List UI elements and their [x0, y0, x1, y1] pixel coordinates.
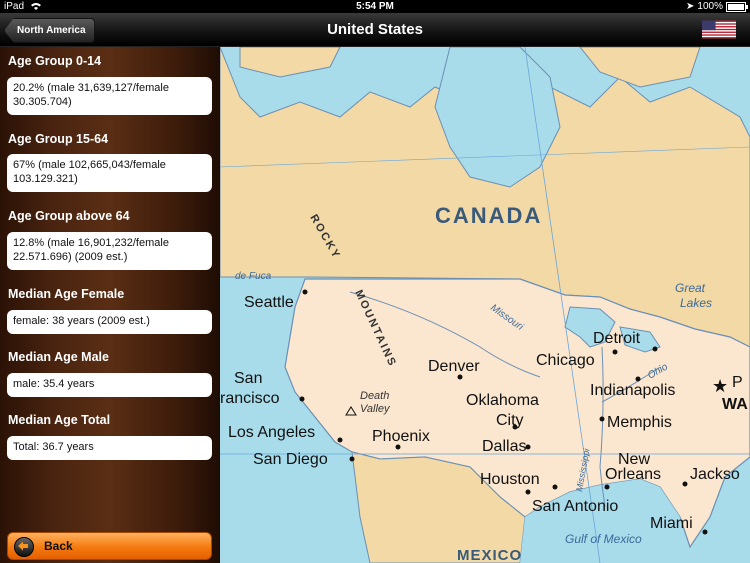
map-drawing: ★ CANADA ROCKY MOUNTAINS MEXICO Great La… [220, 47, 750, 563]
city-dot-new-orleans [604, 484, 610, 490]
city-label-memphis: Memphis [607, 414, 672, 431]
city-dot-san-francisco [299, 396, 305, 402]
city-dot-jackson [682, 481, 688, 487]
section-label-median-total: Median Age Total [8, 413, 111, 427]
capital-star-icon: ★ [712, 376, 728, 396]
back-button-label: Back [44, 539, 73, 553]
city-label-detroit: Detroit [593, 330, 641, 347]
city-label-jackson: Jackso [690, 466, 740, 483]
city-dot-memphis [599, 416, 605, 422]
value-box-age-15-64: 67% (male 102,665,043/female 103.129.321… [7, 154, 212, 192]
label-de-fuca: de Fuca [235, 271, 272, 282]
section-label-age-0-14: Age Group 0-14 [8, 54, 102, 68]
status-time: 5:54 PM [356, 1, 394, 12]
demographics-sidebar: Age Group 0-14 20.2% (male 31,639,127/fe… [0, 47, 220, 563]
value-box-median-female: female: 38 years (2009 est.) [7, 310, 212, 334]
country-map[interactable]: ★ CANADA ROCKY MOUNTAINS MEXICO Great La… [220, 47, 750, 563]
location-icon: ➤ [686, 1, 695, 12]
label-great-lakes-2: Lakes [680, 296, 712, 310]
battery-icon [726, 1, 748, 12]
city-label-san-antonio: San Antonio [532, 498, 618, 515]
page-title: United States [327, 21, 423, 38]
section-label-median-male: Median Age Male [8, 350, 109, 364]
status-bar: iPad 5:54 PM ➤ 100% [0, 0, 750, 13]
city-label-oklahoma-city: City [496, 412, 524, 429]
city-label-houston: Houston [480, 471, 540, 488]
label-gulf-of-mexico: Gulf of Mexico [565, 532, 642, 546]
value-box-median-total: Total: 36.7 years [7, 436, 212, 460]
label-death-valley-2: Valley [360, 403, 391, 415]
city-label-los-angeles: Los Angeles [228, 424, 315, 441]
city-dot-los-angeles [337, 437, 343, 443]
city-label-oklahoma: Oklahoma [466, 392, 539, 409]
city-label-indianapolis: Indianapolis [590, 382, 675, 399]
navigation-bar: North America United States [0, 13, 750, 47]
city-dot-denver [457, 374, 463, 380]
label-canada: CANADA [435, 203, 542, 228]
city-label-orleans: Orleans [605, 466, 661, 483]
city-dot-chicago [612, 349, 618, 355]
city-label-seattle: Seattle [244, 294, 294, 311]
city-dot-san-antonio [552, 484, 558, 490]
value-box-age-0-14: 20.2% (male 31,639,127/female 30.305.704… [7, 77, 212, 115]
city-label-dallas: Dallas [482, 438, 526, 455]
city-label-miami: Miami [650, 515, 693, 532]
value-box-age-above-64: 12.8% (male 16,901,232/female 22.571.696… [7, 232, 212, 270]
label-great-lakes-1: Great [675, 281, 706, 295]
city-dot-san-diego [349, 456, 355, 462]
label-mexico: MEXICO [457, 547, 522, 563]
city-label-wa: WA [722, 396, 748, 413]
city-dot-phoenix [395, 444, 401, 450]
city-dot-seattle [302, 289, 308, 295]
city-dot-miami [702, 529, 708, 535]
city-label-san: San [234, 370, 262, 387]
city-label-p: P [732, 374, 743, 391]
city-label-chicago: Chicago [536, 352, 595, 369]
city-dot-indianapolis [635, 376, 641, 382]
us-flag-icon[interactable] [702, 19, 736, 40]
section-label-age-15-64: Age Group 15-64 [8, 132, 109, 146]
city-dot-houston [525, 489, 531, 495]
section-label-median-female: Median Age Female [8, 287, 125, 301]
status-right: ➤ 100% [686, 0, 748, 13]
city-label-phoenix: Phoenix [372, 428, 430, 445]
battery-percent: 100% [697, 1, 723, 12]
section-label-age-above-64: Age Group above 64 [8, 209, 130, 223]
city-dot-detroit [652, 346, 658, 352]
back-button[interactable]: Back [7, 532, 212, 560]
city-label-denver: Denver [428, 358, 480, 375]
back-arrow-icon [14, 537, 34, 557]
value-box-median-male: male: 35.4 years [7, 373, 212, 397]
city-label-san-diego: San Diego [253, 451, 328, 468]
city-label-francisco: rancisco [220, 390, 280, 407]
label-death-valley-1: Death [360, 390, 389, 402]
